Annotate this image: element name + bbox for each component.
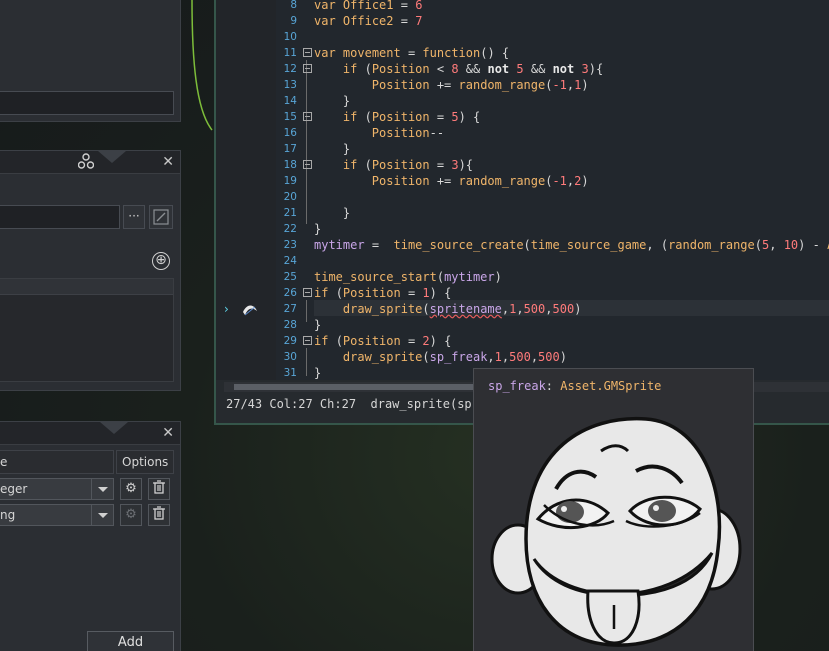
variables-table-header: e Options (0, 450, 174, 474)
code-line[interactable]: 10 (277, 29, 829, 45)
line-number: 25 (283, 271, 297, 283)
object-panel-top (0, 0, 181, 122)
line-number: 22 (283, 223, 297, 235)
line-number: 16 (283, 127, 297, 139)
variables-panel: ✕ e Options eger ⚙ ng ⚙ Add (0, 421, 181, 651)
code-line[interactable]: 25 time_source_start(mytimer) (277, 269, 829, 285)
tooltip-text: sp_freak: Asset.GMSprite (488, 379, 661, 393)
line-number: 23 (283, 239, 297, 251)
bookmark-feather-icon[interactable] (242, 302, 257, 316)
type-select[interactable]: ng (0, 504, 114, 526)
line-number: 28 (283, 319, 297, 331)
line-number: 31 (283, 367, 297, 379)
fold-toggle-icon[interactable] (303, 336, 312, 345)
code-line[interactable]: 20 (277, 189, 829, 205)
code-line[interactable]: 22} (277, 221, 829, 237)
code-line[interactable]: 27 draw_sprite(spritename,1,500,500) (277, 301, 829, 317)
code-line[interactable]: 30 draw_sprite(sp_freak,1,500,500) (277, 349, 829, 365)
panel-notch (100, 422, 128, 434)
code-line[interactable]: 12 if (Position < 8 && not 5 && not 3){ (277, 61, 829, 77)
code-line[interactable]: 11 var movement = function() { (277, 45, 829, 61)
path-input[interactable] (0, 205, 120, 229)
panel-header: ✕ (0, 422, 180, 445)
close-icon[interactable]: ✕ (162, 425, 174, 441)
chevron-down-icon[interactable] (91, 505, 113, 525)
link-icon[interactable] (77, 153, 95, 175)
tooltip-separator: : (545, 379, 561, 393)
browse-button[interactable]: ··· (123, 205, 145, 229)
trash-icon[interactable] (148, 478, 170, 500)
line-number: 11 (283, 47, 297, 59)
line-number: 18 (283, 159, 297, 171)
code-line[interactable]: 19 Position += random_range(-1,2) (277, 173, 829, 189)
sprite-preview-image (490, 416, 742, 647)
line-number: 17 (283, 143, 297, 155)
code-line[interactable]: 13 Position += random_range(-1,1) (277, 77, 829, 93)
code-line[interactable]: 18 if (Position = 3){ (277, 157, 829, 173)
code-line[interactable]: 26 if (Position = 1) { (277, 285, 829, 301)
events-list (0, 278, 174, 382)
events-list-header (0, 279, 173, 295)
scrollbar-thumb[interactable] (234, 384, 484, 390)
code-line[interactable]: 28} (277, 317, 829, 333)
code-line[interactable]: 21 } (277, 205, 829, 221)
line-number: 9 (290, 15, 297, 27)
variable-row: eger ⚙ (0, 478, 174, 502)
fold-toggle-icon[interactable] (303, 160, 312, 169)
panel-input-field[interactable] (0, 91, 174, 115)
line-number: 20 (283, 191, 297, 203)
line-number: 13 (283, 79, 297, 91)
line-number: 12 (283, 63, 297, 75)
fold-toggle-icon[interactable] (303, 112, 312, 121)
column-options-header: Options (116, 450, 174, 474)
fold-toggle-icon[interactable] (303, 64, 312, 73)
add-variable-button[interactable]: Add (87, 631, 174, 651)
gear-icon[interactable]: ⚙ (120, 504, 142, 526)
current-line-arrow-icon: › (224, 302, 229, 316)
edit-icon[interactable] (149, 205, 173, 229)
tooltip-asset-type: Asset.GMSprite (560, 379, 662, 393)
line-number: 14 (283, 95, 297, 107)
line-number: 15 (283, 111, 297, 123)
variable-row: ng ⚙ (0, 504, 174, 528)
trash-icon[interactable] (148, 504, 170, 526)
cursor-position: 27/43 Col:27 Ch:27 (226, 397, 357, 411)
code-line[interactable]: 17 } (277, 141, 829, 157)
tooltip-asset-name: sp_freak (488, 379, 546, 393)
code-line[interactable]: 9 var Office2 = 7 (277, 13, 829, 29)
gear-icon[interactable]: ⚙ (120, 478, 142, 500)
line-number: 21 (283, 207, 297, 219)
code-line[interactable]: 14 } (277, 93, 829, 109)
code-line[interactable]: 23 mytimer = time_source_create(time_sour… (277, 237, 829, 253)
code-line[interactable]: 24 (277, 253, 829, 269)
line-number: 24 (283, 255, 297, 267)
close-icon[interactable]: ✕ (162, 154, 174, 170)
code-line[interactable]: 16 Position-- (277, 125, 829, 141)
line-number: 30 (283, 351, 297, 363)
line-number: 10 (283, 31, 297, 43)
fold-toggle-icon[interactable] (303, 48, 312, 57)
column-type-header: e (0, 450, 114, 474)
panel-header: ✕ (0, 151, 180, 174)
code-line[interactable]: 15 if (Position = 5) { (277, 109, 829, 125)
type-select[interactable]: eger (0, 478, 114, 500)
editor-margin (216, 0, 276, 380)
code-editor-window: › 8 var Office1 = 6 9 var Office2 = 7 10 1… (214, 0, 829, 425)
type-select-value: ng (0, 508, 16, 522)
line-number: 19 (283, 175, 297, 187)
object-events-panel: ✕ ··· ⊕ (0, 150, 181, 391)
panel-notch (98, 151, 126, 163)
line-number: 29 (283, 335, 297, 347)
type-select-value: eger (0, 482, 28, 496)
line-number: 27 (283, 303, 297, 315)
chevron-down-icon[interactable] (91, 479, 113, 499)
code-line[interactable]: 8 var Office1 = 6 (277, 0, 829, 13)
asset-hover-tooltip: sp_freak: Asset.GMSprite (473, 368, 754, 651)
line-number: 26 (283, 287, 297, 299)
fold-toggle-icon[interactable] (303, 288, 312, 297)
add-event-icon[interactable]: ⊕ (152, 252, 170, 270)
line-number: 8 (290, 0, 297, 11)
code-line[interactable]: 29 if (Position = 2) { (277, 333, 829, 349)
